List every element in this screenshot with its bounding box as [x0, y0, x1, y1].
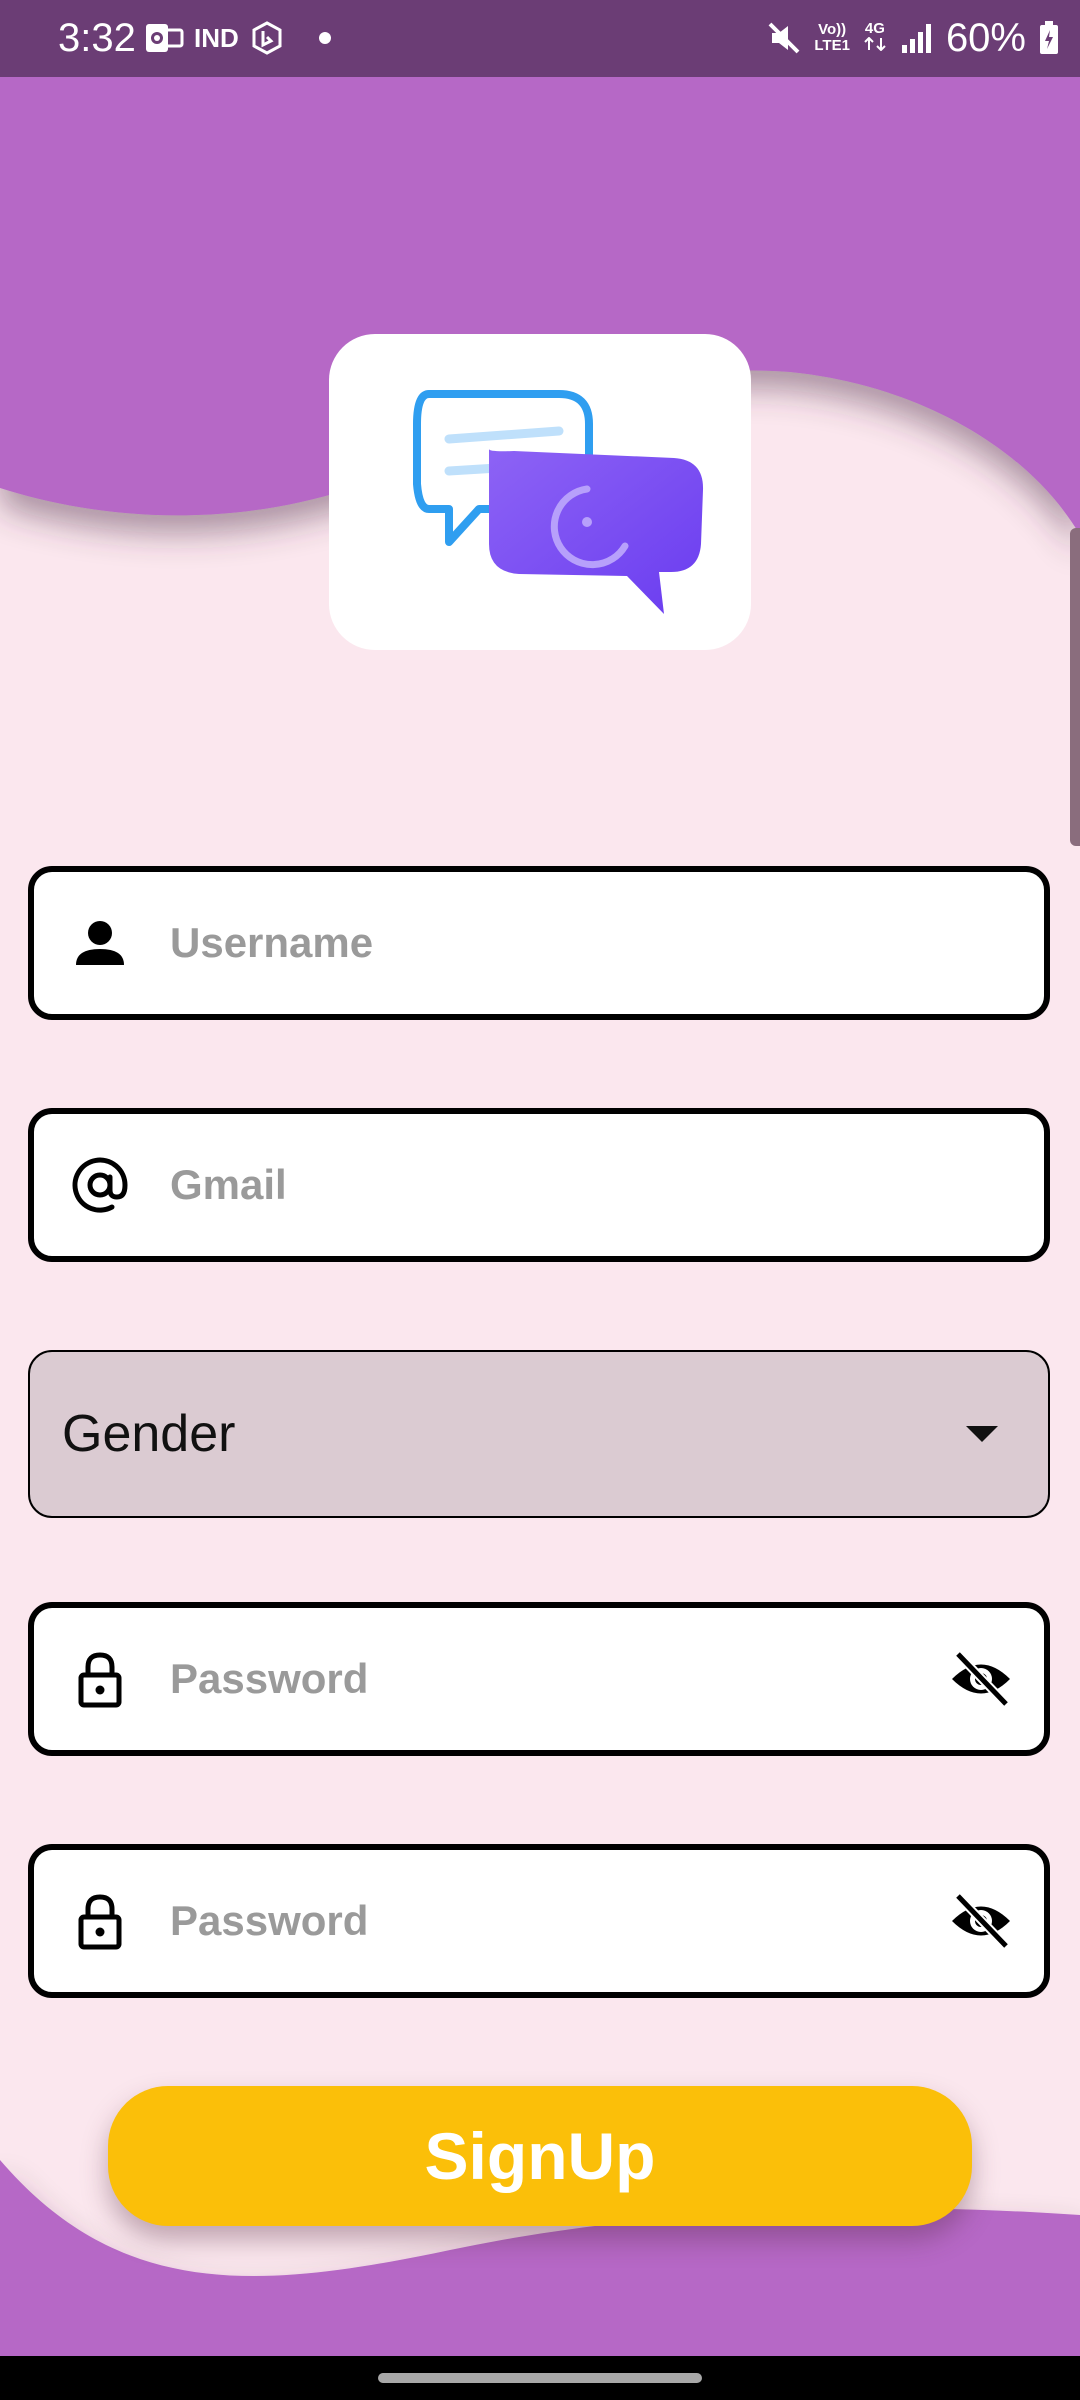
- confirm-password-field[interactable]: Password: [28, 1844, 1050, 1998]
- confirm-password-placeholder: Password: [170, 1897, 369, 1944]
- status-notification-icons: IND: [144, 18, 335, 58]
- network-type-indicator: 4G: [862, 20, 888, 56]
- signal-icon: [901, 24, 931, 53]
- navigation-bar: [0, 2356, 1080, 2400]
- person-icon: [76, 921, 124, 965]
- volte-indicator: Vo)) LTE1: [814, 21, 850, 54]
- lock-icon: [78, 1894, 122, 1950]
- status-system-icons: Vo)) LTE1 4G 60%: [766, 14, 1060, 62]
- lock-icon: [78, 1652, 122, 1708]
- status-time: 3:32: [58, 16, 136, 60]
- username-field[interactable]: Username: [28, 866, 1050, 1020]
- signup-button[interactable]: SignUp: [108, 2086, 972, 2226]
- gender-dropdown[interactable]: Gender: [28, 1350, 1050, 1518]
- outlook-icon: [146, 24, 184, 52]
- gmail-field[interactable]: Gmail: [28, 1108, 1050, 1262]
- visibility-off-icon[interactable]: [948, 1888, 1014, 1954]
- data-arrows-icon: [864, 36, 886, 51]
- home-gesture-handle[interactable]: [378, 2373, 702, 2383]
- status-bar: 3:32 IND Vo)) LTE1 4G 60%: [0, 0, 1080, 77]
- battery-percent: 60%: [945, 16, 1026, 60]
- password-field[interactable]: Password: [28, 1602, 1050, 1756]
- signup-label: SignUp: [424, 2119, 656, 2193]
- chat-bubbles-icon: [413, 390, 704, 614]
- password-placeholder: Password: [170, 1655, 369, 1702]
- scrollbar[interactable]: [1070, 528, 1080, 846]
- carrier-badge: IND: [194, 22, 239, 53]
- mute-icon: [768, 22, 800, 54]
- bing-icon: [252, 21, 282, 55]
- username-placeholder: Username: [170, 919, 374, 966]
- gender-label: Gender: [62, 1405, 236, 1463]
- dot-icon: [318, 32, 331, 44]
- dropdown-arrow-icon: [966, 1426, 998, 1442]
- gmail-placeholder: Gmail: [170, 1161, 287, 1208]
- at-sign-icon: [72, 1157, 128, 1213]
- visibility-off-icon[interactable]: [948, 1646, 1014, 1712]
- app-logo: [329, 334, 751, 650]
- battery-icon: [1040, 21, 1058, 54]
